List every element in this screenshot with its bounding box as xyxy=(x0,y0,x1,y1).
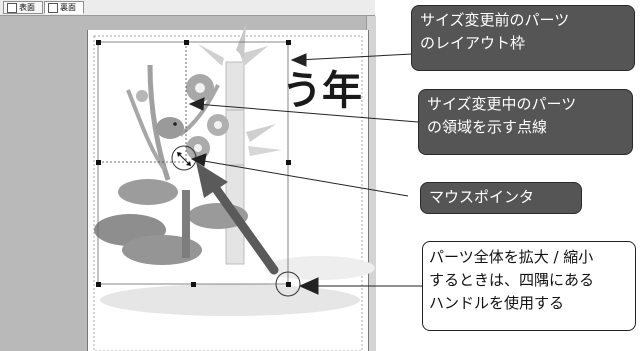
resize-handle[interactable] xyxy=(191,282,196,287)
callout-mouse-pointer: マウスポインタ xyxy=(420,182,582,214)
callout-resizing-dotted: サイズ変更中のパーツ の領域を示す点線 xyxy=(418,89,633,155)
callout-text: サイズ変更前のパーツ xyxy=(420,11,570,29)
calligraphy-text: う年 xyxy=(282,67,362,114)
callout-text: マウスポインタ xyxy=(429,188,535,206)
callout-text: パーツ全体を拡大 / 縮小 xyxy=(429,248,594,266)
resize-handle[interactable] xyxy=(286,40,291,45)
pine-trunk xyxy=(182,190,190,258)
resize-handle[interactable] xyxy=(184,40,189,45)
callout-text: のレイアウト枠 xyxy=(420,34,526,52)
snow-ground xyxy=(100,284,360,316)
callout-text: サイズ変更中のパーツ xyxy=(427,95,577,113)
bamboo-leaf xyxy=(246,124,276,142)
leader-arrowhead xyxy=(290,53,307,67)
resize-handle[interactable] xyxy=(286,282,291,287)
bamboo-leaf xyxy=(198,44,224,66)
leader-line xyxy=(297,53,413,61)
callout-corner-handles: パーツ全体を拡大 / 縮小 するときは、四隅にある ハンドルを使用する xyxy=(422,241,636,331)
bamboo-leaf xyxy=(248,146,282,156)
pine-needles xyxy=(118,179,178,205)
resize-handle[interactable] xyxy=(286,160,291,165)
resize-handle[interactable] xyxy=(96,40,101,45)
resize-handle[interactable] xyxy=(96,282,101,287)
callout-text: ハンドルを使用する xyxy=(429,294,565,312)
callout-before-resize-frame: サイズ変更前のパーツ のレイアウト枠 xyxy=(411,5,635,71)
callout-text: するときは、四隅にある xyxy=(429,271,595,289)
bird xyxy=(156,117,184,139)
bamboo-stalk xyxy=(225,61,245,265)
resize-handle[interactable] xyxy=(96,160,101,165)
callout-text: の領域を示す点線 xyxy=(427,118,548,136)
snow-ground-right xyxy=(265,256,375,280)
plum-bud xyxy=(136,90,148,102)
